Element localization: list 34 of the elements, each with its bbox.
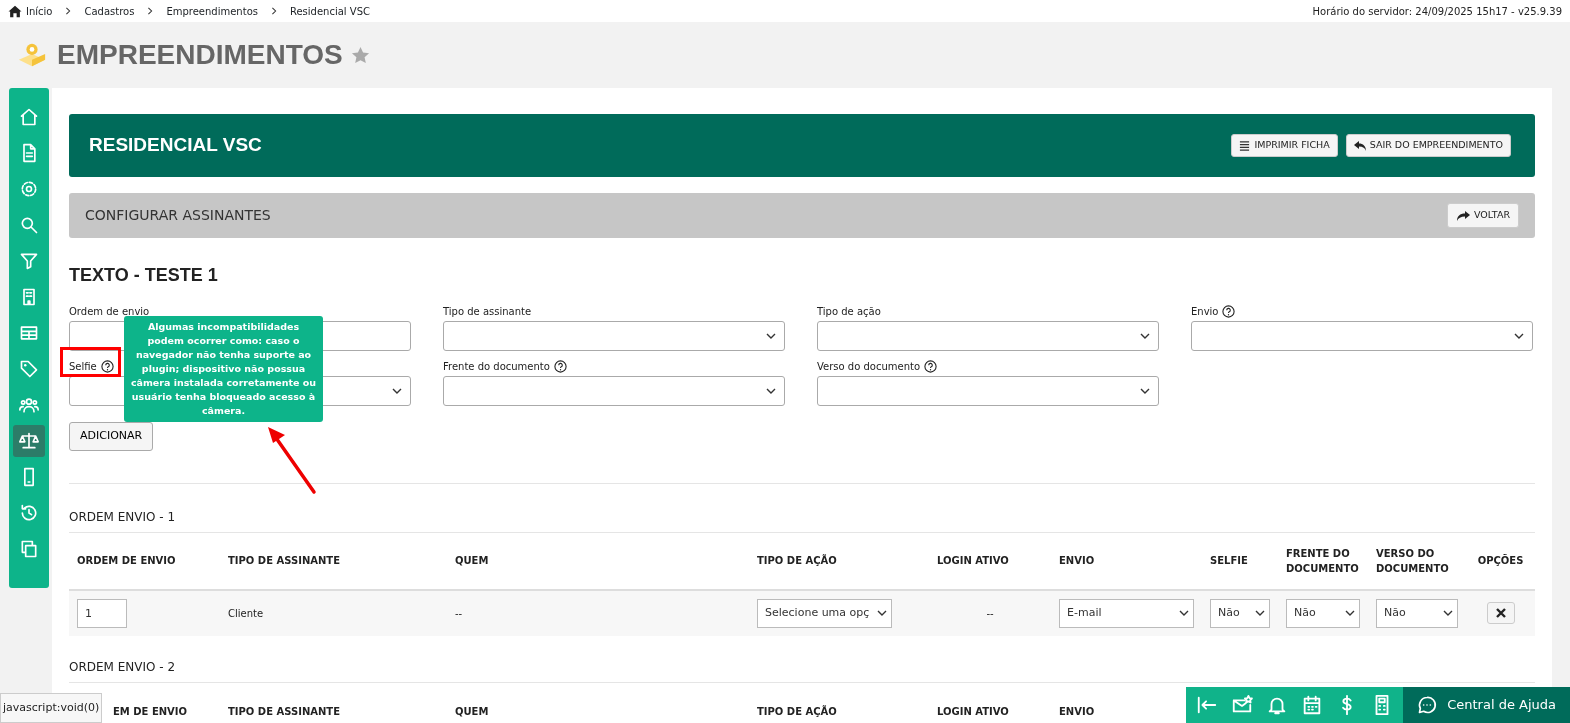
column-header: ENVIO [1059,705,1095,717]
server-time: Horário do servidor: 24/09/2025 15h17 - v25.9.39 [1312,4,1562,19]
table-cell: -- [986,607,994,619]
column-header: LOGIN ATIVO [937,555,1009,566]
project-title: RESIDENCIAL VSC [89,134,262,157]
column-header: ORDEM DE ENVIO [77,555,176,566]
column-header: QUEM [455,705,489,717]
field-label: Envio [1191,305,1219,319]
tooltip: Algumas incompatibilidades podem ocorrer como: caso o navegador não tenha suporte ao plugin; dispositivo não possua câmera instalada corretamente ou usuário tenha bloqueado acesso à câmera. [124,316,323,422]
field-label: Frente do documento [443,360,550,374]
field-label: Selfie [69,360,97,374]
column-header: EM DE ENVIO [113,705,188,717]
column-header: TIPO DE ASSINANTE [228,705,340,717]
column-header: FRENTE DO DOCUMENTO [1286,547,1359,574]
column-header: ENVIO [1059,555,1095,566]
group-title: ORDEM ENVIO - 1 [69,508,177,526]
column-header: TIPO DE ASSINANTE [228,555,340,566]
page-title: EMPREENDIMENTOS [57,38,343,72]
table-cell: Cliente [228,607,264,619]
group-title: ORDEM ENVIO - 2 [69,658,177,676]
column-header: TIPO DE AÇÃO [757,705,837,717]
field-label: Verso do documento [817,360,921,374]
column-header: QUEM [455,555,489,566]
column-header: LOGIN ATIVO [937,705,1009,717]
column-header: SELFIE [1210,555,1248,566]
field-label: Tipo de ação [817,305,881,319]
section-title: CONFIGURAR ASSINANTES [85,206,271,225]
column-header: OPÇÕES [1477,555,1524,566]
table-cell: -- [455,607,463,619]
column-header: VERSO DO DOCUMENTO [1376,547,1449,574]
form-title: TEXTO - TESTE 1 [69,264,219,287]
field-label: Tipo de assinante [443,305,532,319]
field-label: Ordem de envio [69,305,150,319]
column-header: TIPO DE AÇÃO [757,555,837,566]
